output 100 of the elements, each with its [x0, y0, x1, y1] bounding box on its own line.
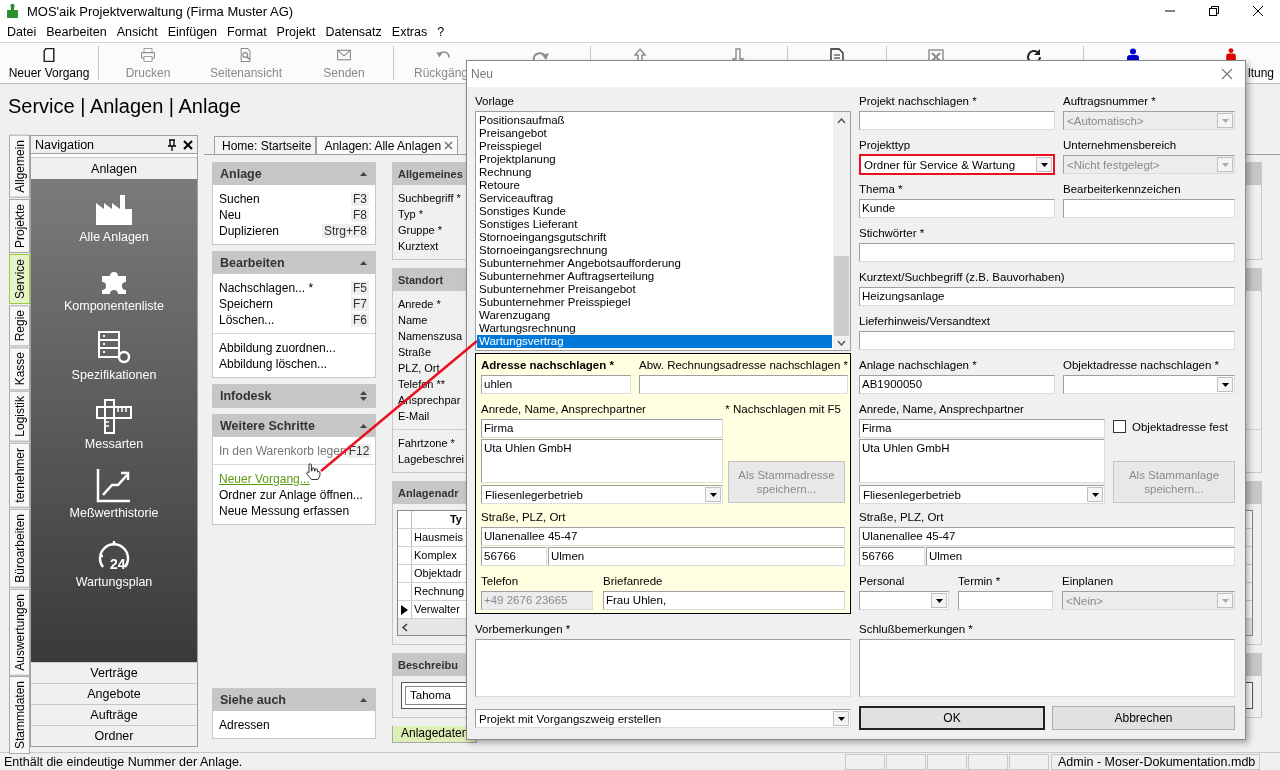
list-item[interactable]: Sonstiges Lieferant — [477, 218, 832, 231]
dropdown[interactable]: Fliesenlegerbetrieb — [481, 485, 723, 504]
dialog-title: Neu — [471, 67, 493, 81]
input-field[interactable]: Heizungsanlage — [859, 287, 1235, 306]
task-link[interactable]: Nachschlagen... * — [219, 281, 314, 295]
menu-item[interactable]: Extras — [386, 23, 433, 41]
table-cell-text: Rechnung — [413, 584, 462, 599]
task-link[interactable]: Duplizieren — [219, 224, 280, 238]
side-tab[interactable]: ternehmer — [9, 443, 30, 508]
field-label: Typ * — [398, 208, 425, 220]
list-item[interactable]: Rechnung — [477, 166, 832, 179]
input-field[interactable]: uhlen — [481, 375, 631, 394]
shortcut-key: Strg+F8 — [321, 224, 369, 238]
side-tab[interactable]: Service — [9, 253, 30, 304]
window-title: MOS'aik Projektverwaltung (Firma Muster AG) — [27, 3, 294, 19]
nav-item[interactable]: Messarten — [31, 398, 197, 467]
menu-item[interactable]: Projekt — [271, 23, 321, 41]
section-header[interactable]: Infodesk — [213, 385, 375, 407]
dropdown[interactable]: Projekt mit Vorgangszweig erstellen — [475, 709, 851, 728]
list-item[interactable]: Sonstiges Kunde — [477, 205, 832, 218]
list-item[interactable]: Subunternehmer Angebotsaufforderung — [477, 257, 832, 270]
input-field[interactable]: Ulmen — [926, 547, 1235, 566]
nav-item[interactable]: Komponentenliste — [31, 260, 197, 329]
list-item[interactable]: Serviceauftrag — [477, 192, 832, 205]
input-field[interactable]: AB1900050 — [859, 375, 1055, 394]
menu-item[interactable]: Bearbeiten — [41, 23, 112, 41]
dropdown[interactable]: Ordner für Service & Wartung — [859, 154, 1055, 175]
nav-item[interactable]: Spezifikationen — [31, 329, 197, 398]
list-item[interactable]: Projektplanung — [477, 153, 832, 166]
side-tab[interactable]: Logistik — [9, 391, 30, 443]
input-field[interactable]: Firma — [859, 419, 1105, 438]
list-item[interactable]: Wartungsvertrag — [477, 335, 832, 348]
input-field[interactable]: Ulmen — [548, 547, 845, 566]
task-link[interactable]: Suchen — [219, 192, 260, 206]
side-tab[interactable]: Projekte — [9, 198, 30, 253]
side-tab[interactable]: Kasse — [9, 347, 30, 391]
section-header[interactable]: Weitere Schritte — [213, 415, 375, 437]
side-tab[interactable]: Stammdaten — [9, 676, 30, 755]
input-field[interactable]: Firma — [481, 419, 723, 438]
group-header: Anlagen — [31, 157, 197, 179]
text-area[interactable]: Uta Uhlen GmbH — [481, 439, 723, 483]
field-label: Briefanrede — [603, 574, 664, 588]
input-field[interactable]: 56766 — [481, 547, 547, 566]
field-label: Unternehmensbereich — [1063, 138, 1178, 152]
task-link[interactable]: Speichern — [219, 297, 274, 311]
task-link[interactable]: Ordner zur Anlage öffnen... — [219, 488, 363, 502]
nav-section-button[interactable]: Ordner — [31, 725, 197, 746]
side-tab[interactable]: Auswertungen — [9, 588, 30, 676]
side-tab[interactable]: Allgemein — [9, 135, 30, 198]
document-tab[interactable]: Anlagen: Alle Anlagen — [316, 136, 459, 154]
nav-item[interactable]: Alle Anlagen — [31, 191, 197, 260]
link[interactable]: Neuer Vorgang... — [219, 472, 310, 486]
toolbar-button[interactable]: Neuer Vorgang — [0, 46, 98, 80]
side-tab[interactable]: Regie — [9, 304, 30, 347]
table-cell-text: Hausmeis — [413, 530, 462, 545]
section-header[interactable]: Bearbeiten — [213, 252, 375, 274]
task-link[interactable]: Löschen... — [219, 313, 275, 327]
shortcut-key: F5 — [351, 281, 369, 295]
input-field[interactable]: Ulanenallee 45-47 — [859, 527, 1235, 546]
list-item[interactable]: Stornoeingangsrechnung — [477, 244, 832, 257]
list-item[interactable]: Stornoeingangsgutschrift — [477, 231, 832, 244]
menu-item[interactable]: Datensatz — [320, 23, 387, 41]
nav-section-button[interactable]: Aufträge — [31, 704, 197, 725]
input-field[interactable]: Kunde — [859, 199, 1055, 218]
field-label: Stichwörter * — [859, 226, 926, 240]
side-tab[interactable]: Büroarbeiten — [9, 508, 30, 588]
field-label: Kurztext — [398, 240, 440, 252]
section-header[interactable]: Anlage — [213, 163, 375, 185]
menu-item[interactable]: Ansicht — [111, 23, 163, 41]
task-link[interactable]: Neue Messung erfassen — [219, 504, 350, 518]
list-item[interactable]: Positionsaufmaß — [477, 114, 832, 127]
shortcut-key: F6 — [351, 313, 369, 327]
nav-section-button[interactable]: Verträge — [31, 662, 197, 683]
list-item[interactable]: Subunternehmer Auftragserteilung — [477, 270, 832, 283]
menu-item[interactable]: Einfügen — [162, 23, 222, 41]
list-item[interactable]: Preisangebot — [477, 127, 832, 140]
menu-item[interactable]: Format — [222, 23, 272, 41]
dropdown[interactable]: Fliesenlegerbetrieb — [859, 485, 1105, 504]
input-field[interactable]: Ulanenallee 45-47 — [481, 527, 845, 546]
task-link[interactable]: Adressen — [219, 718, 270, 732]
nav-item[interactable]: Meßwerthistorie — [31, 467, 197, 536]
input-field[interactable]: Frau Uhlen, — [603, 591, 845, 610]
dialog-button[interactable]: Abbrechen — [1052, 706, 1235, 730]
section-header[interactable]: Siehe auch — [213, 689, 375, 711]
list-item[interactable]: Wartungsrechnung — [477, 322, 832, 335]
nav-section-button[interactable]: Angebote — [31, 683, 197, 704]
menu-item[interactable]: ? — [432, 23, 450, 41]
nav-item[interactable]: 24 Wartungsplan — [31, 536, 197, 605]
list-item[interactable]: Warenzugang — [477, 309, 832, 322]
input-field[interactable]: 56766 — [859, 547, 925, 566]
document-tab[interactable]: Home: Startseite — [214, 136, 317, 154]
task-link[interactable]: Abbildung löschen... — [219, 357, 328, 371]
task-link[interactable]: Abbildung zuordnen... — [219, 341, 336, 355]
dialog-button[interactable]: OK — [859, 706, 1045, 730]
list-item[interactable]: Preisspiegel — [477, 140, 832, 153]
menu-item[interactable]: Datei — [2, 23, 42, 41]
list-item[interactable]: Subunternehmer Preisspiegel — [477, 296, 832, 309]
task-link[interactable]: In den Warenkorb legen — [219, 444, 347, 458]
text-area[interactable]: Uta Uhlen GmbH — [859, 439, 1105, 483]
task-link[interactable]: Neu — [219, 208, 241, 222]
